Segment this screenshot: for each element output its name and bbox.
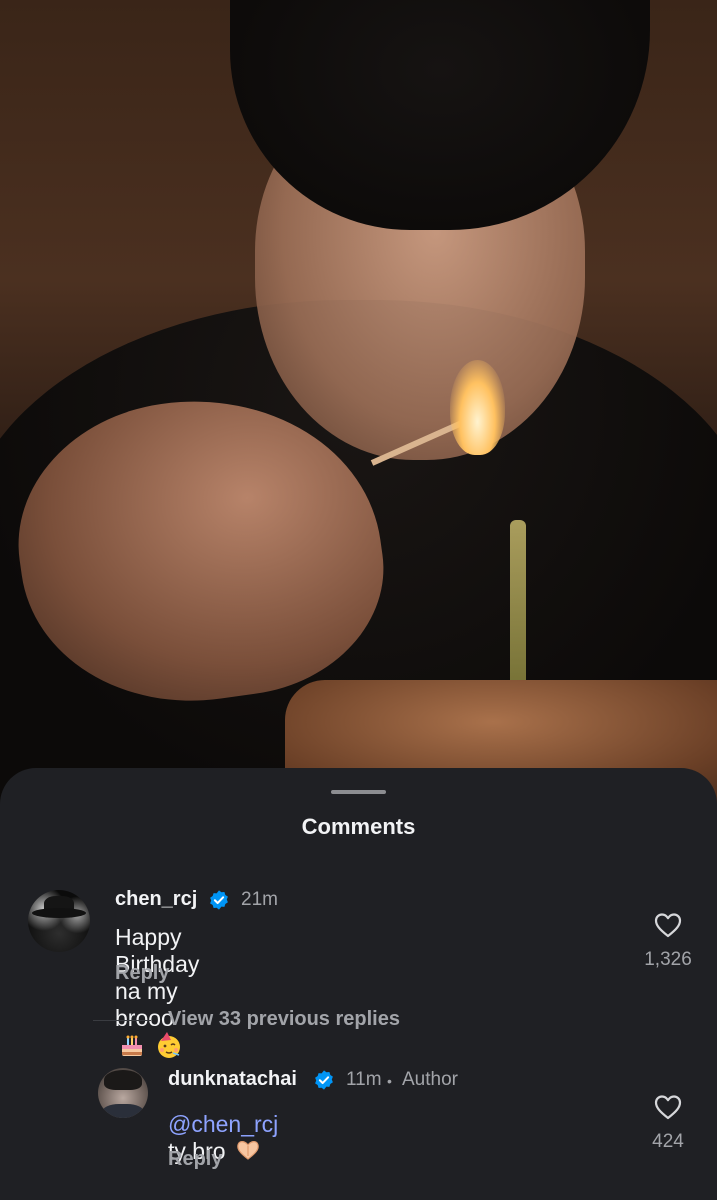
- view-replies-button[interactable]: View 33 previous replies: [168, 1008, 400, 1031]
- photo-candle: [510, 520, 526, 690]
- avatar[interactable]: [98, 1068, 148, 1118]
- comment-username[interactable]: chen_rcj: [115, 888, 197, 911]
- partying-face-emoji-icon: [155, 1032, 183, 1066]
- replies-divider: [93, 1020, 151, 1021]
- sheet-title: Comments: [301, 814, 416, 839]
- photo-flame: [450, 360, 505, 455]
- author-badge: Author: [402, 1069, 458, 1090]
- reply-button[interactable]: Reply: [115, 962, 169, 985]
- post-photo: [0, 0, 717, 820]
- mention-link[interactable]: @chen_rcj: [168, 1111, 278, 1137]
- verified-badge-icon: [210, 890, 228, 910]
- comment-text: Happy Birthday na my brooo: [115, 924, 199, 1066]
- reply-button[interactable]: Reply: [168, 1148, 222, 1171]
- heart-icon[interactable]: [654, 1094, 682, 1120]
- like-count: 1,326: [644, 949, 692, 970]
- comments-sheet: Comments chen_rcj 21m Happy Birthday na …: [0, 768, 717, 1200]
- heart-icon[interactable]: [654, 912, 682, 938]
- separator-dot: •: [387, 1073, 392, 1089]
- birthday-cake-emoji-icon: [119, 1033, 145, 1065]
- avatar[interactable]: [28, 890, 90, 952]
- reply-time: 11m: [346, 1069, 382, 1090]
- drag-handle[interactable]: [331, 790, 386, 794]
- reply-username[interactable]: dunknatachai: [168, 1068, 297, 1091]
- like-count: 424: [652, 1131, 684, 1152]
- verified-badge-icon: [315, 1070, 333, 1090]
- heart-hands-emoji-icon: [236, 1139, 260, 1167]
- screen: Comments chen_rcj 21m Happy Birthday na …: [0, 0, 717, 1200]
- comment-time: 21m: [241, 889, 278, 910]
